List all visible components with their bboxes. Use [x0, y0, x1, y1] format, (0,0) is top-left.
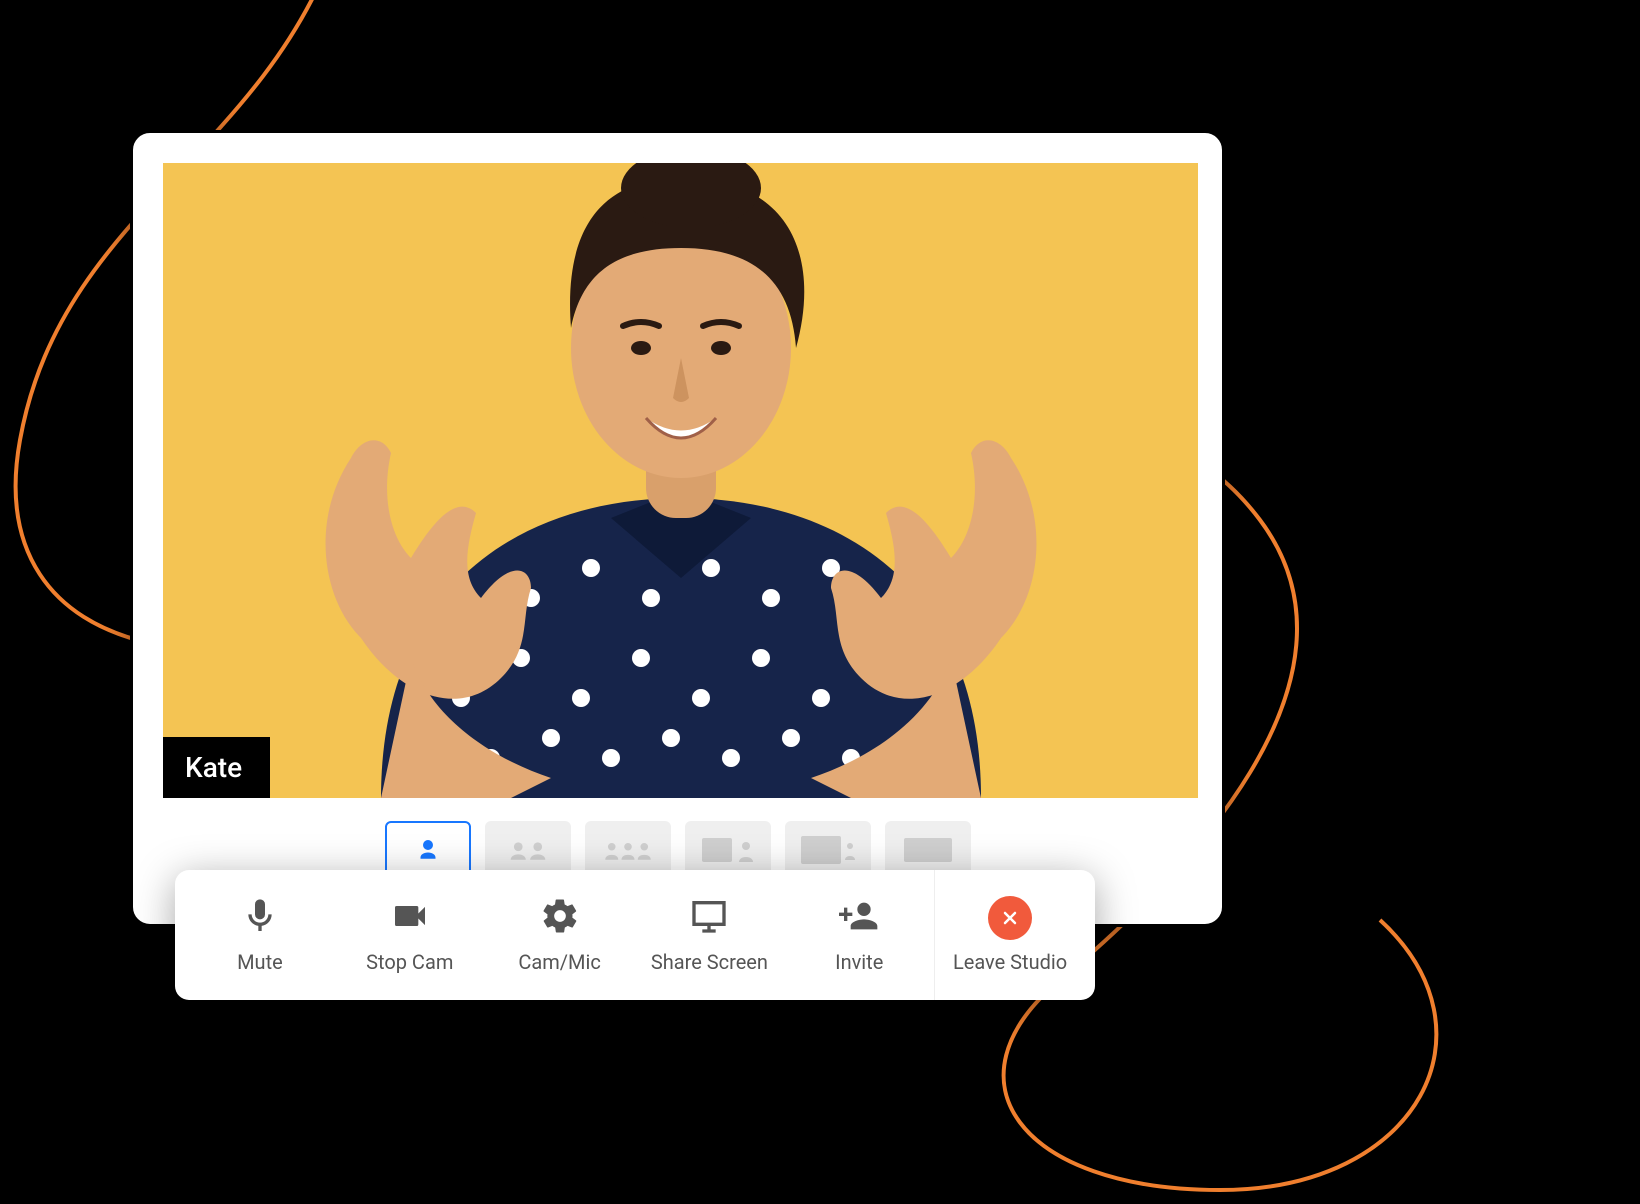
video-frame: Kate [163, 163, 1198, 798]
mute-button[interactable]: Mute [185, 870, 335, 1000]
camera-icon [390, 896, 430, 940]
leave-studio-label: Leave Studio [953, 950, 1067, 974]
stop-cam-label: Stop Cam [366, 950, 453, 974]
add-user-icon [839, 896, 879, 940]
mute-label: Mute [237, 950, 283, 974]
mic-icon [240, 896, 280, 940]
close-icon [988, 896, 1032, 940]
cam-mic-settings-button[interactable]: Cam/Mic [485, 870, 635, 1000]
participant-video [231, 163, 1131, 798]
participant-name-badge: Kate [163, 737, 270, 798]
studio-window: Kate [130, 130, 1225, 927]
invite-button[interactable]: Invite [784, 870, 934, 1000]
leave-studio-button[interactable]: Leave Studio [934, 870, 1085, 1000]
monitor-icon [689, 896, 729, 940]
stop-cam-button[interactable]: Stop Cam [335, 870, 485, 1000]
invite-label: Invite [835, 950, 883, 974]
share-screen-button[interactable]: Share Screen [634, 870, 784, 1000]
cam-mic-label: Cam/Mic [518, 950, 600, 974]
control-toolbar: Mute Stop Cam Cam/Mic Share Screen Invit… [175, 870, 1095, 1000]
participant-name: Kate [185, 751, 242, 784]
share-screen-label: Share Screen [651, 950, 768, 974]
gear-icon [540, 896, 580, 940]
